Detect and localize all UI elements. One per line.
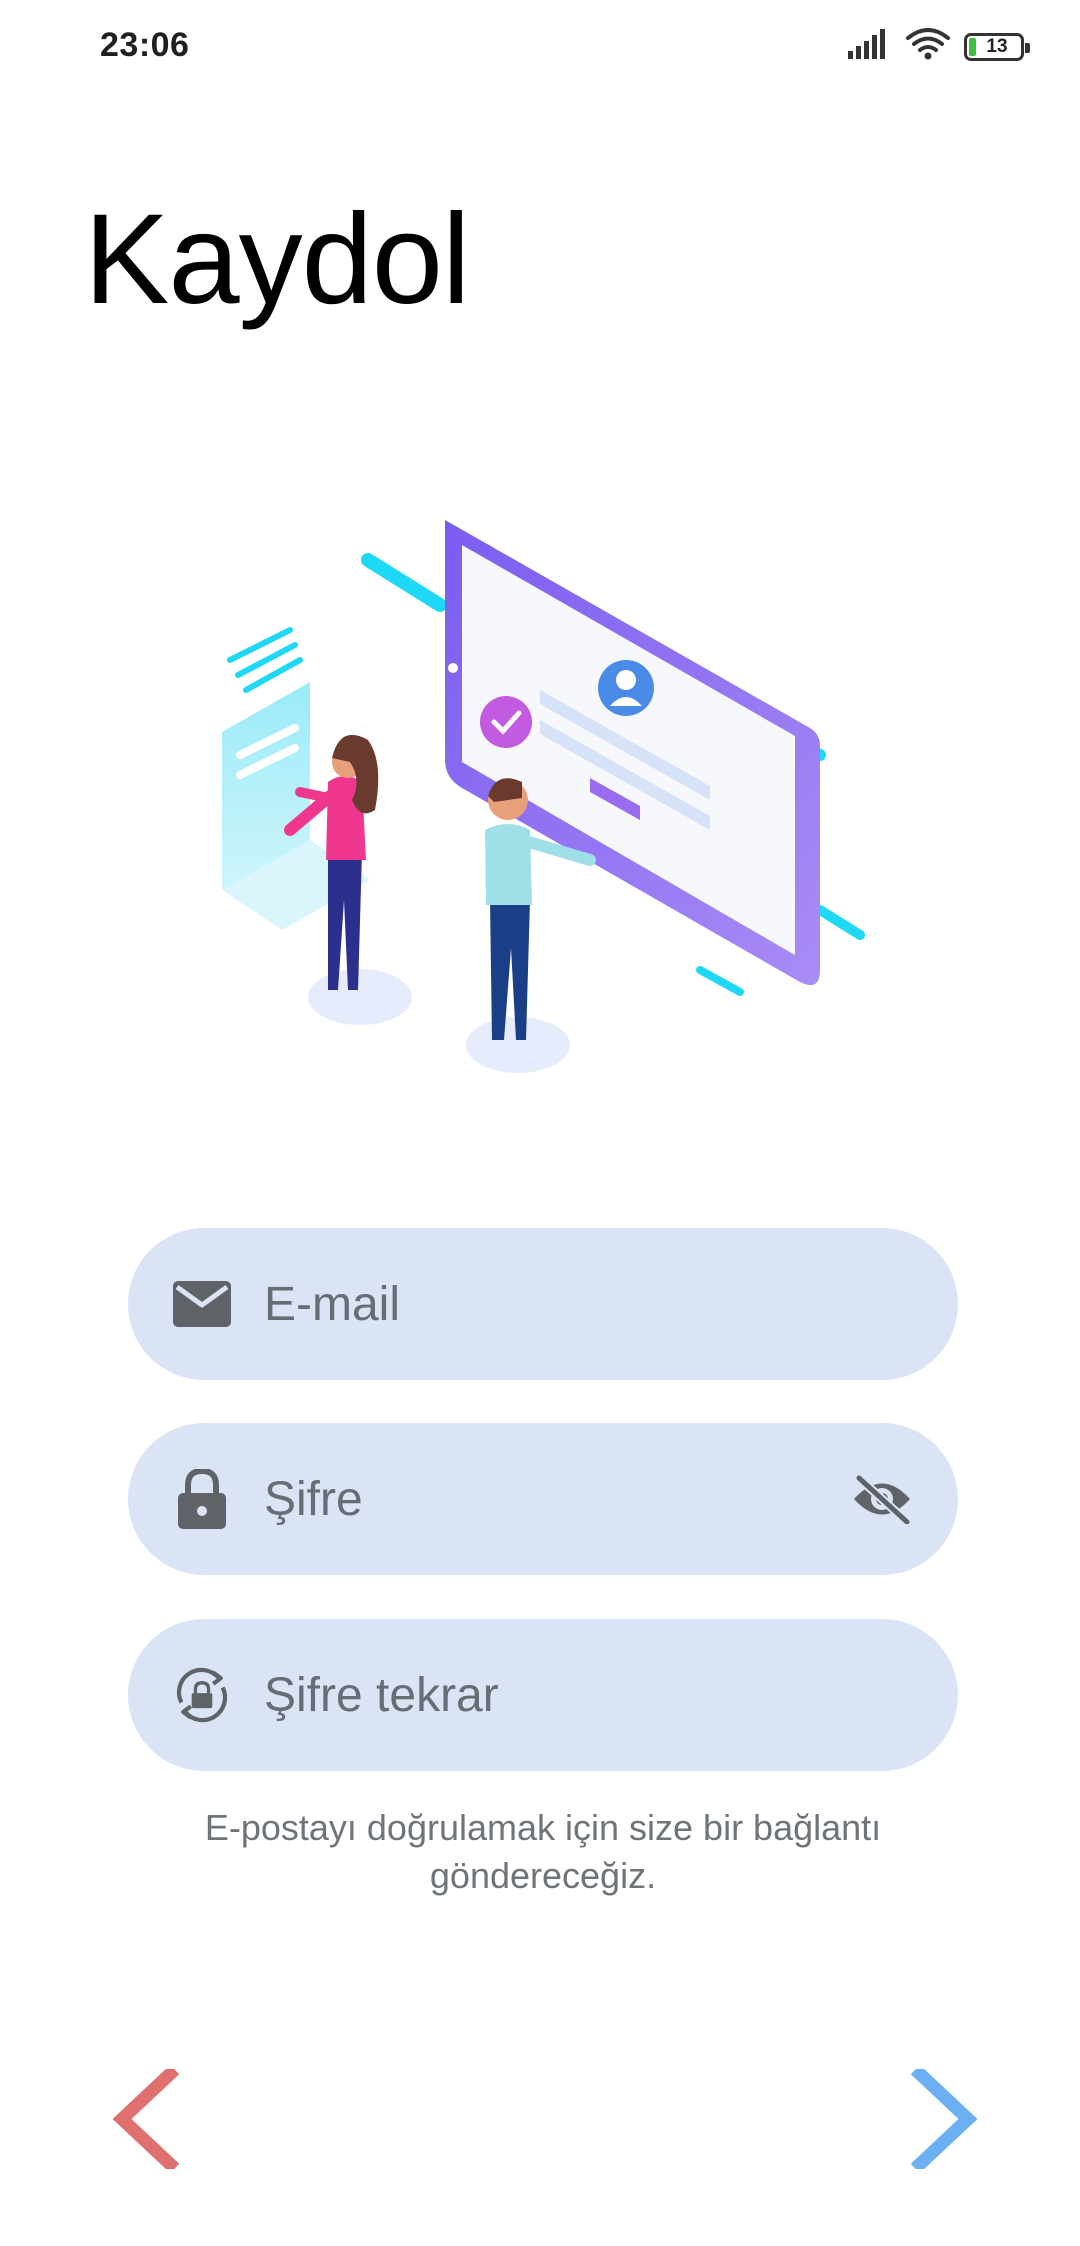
status-icons: 13 — [848, 28, 1030, 65]
status-bar: 23:06 13 — [0, 0, 1080, 96]
chevron-right-icon — [910, 2064, 980, 2174]
email-input[interactable] — [262, 1227, 826, 1381]
lock-reset-icon — [172, 1665, 232, 1725]
status-time: 23:06 — [100, 26, 190, 64]
password-input[interactable] — [262, 1422, 826, 1576]
email-field[interactable] — [128, 1227, 958, 1381]
battery-level: 13 — [986, 35, 1008, 57]
password-repeat-input[interactable] — [262, 1618, 826, 1772]
battery-icon: 13 — [964, 32, 1030, 61]
back-button[interactable] — [90, 2064, 200, 2176]
lock-icon — [172, 1469, 232, 1529]
mail-icon — [172, 1274, 232, 1334]
verification-note: E-postayı doğrulamak için size bir bağla… — [204, 1807, 882, 1896]
password-field[interactable] — [128, 1422, 958, 1576]
signup-illustration — [200, 500, 900, 1100]
password-repeat-field[interactable] — [128, 1618, 958, 1772]
chevron-left-icon — [110, 2064, 180, 2174]
eye-off-icon[interactable] — [850, 1467, 914, 1531]
page-title: Kaydol — [84, 188, 470, 331]
wifi-icon — [906, 28, 950, 65]
signal-icon — [848, 29, 892, 64]
next-button[interactable] — [890, 2064, 1000, 2176]
